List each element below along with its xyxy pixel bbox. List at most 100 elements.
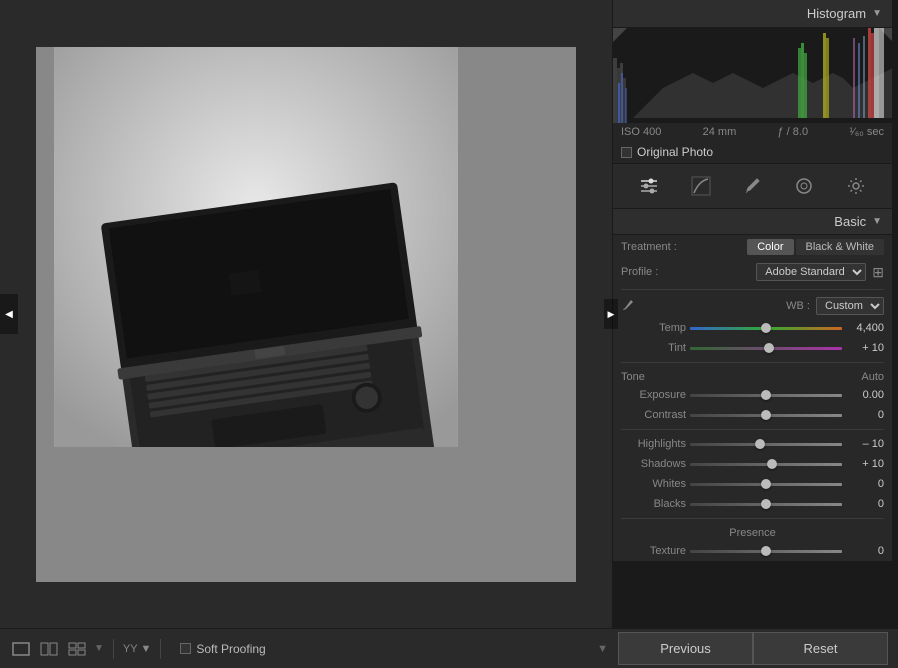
blacks-track[interactable] bbox=[690, 503, 842, 506]
shadows-thumb[interactable] bbox=[767, 459, 777, 469]
wb-row: WB : Custom bbox=[613, 294, 892, 318]
brush-tool-icon[interactable] bbox=[738, 172, 766, 200]
shadows-value: + 10 bbox=[846, 458, 884, 470]
previous-button[interactable]: Previous bbox=[618, 632, 753, 665]
exposure-thumb[interactable] bbox=[761, 390, 771, 400]
presence-label: Presence bbox=[729, 527, 775, 539]
texture-label: Texture bbox=[621, 545, 686, 557]
image-panel: ◀ bbox=[0, 0, 612, 628]
sliders-tool-icon[interactable] bbox=[635, 172, 663, 200]
reset-button[interactable]: Reset bbox=[753, 632, 888, 665]
radial-tool-icon[interactable] bbox=[790, 172, 818, 200]
tint-slider-track[interactable] bbox=[690, 347, 842, 350]
original-photo-checkbox[interactable] bbox=[621, 147, 632, 158]
contrast-track[interactable] bbox=[690, 414, 842, 417]
contrast-thumb[interactable] bbox=[761, 410, 771, 420]
highlights-label: Highlights bbox=[621, 438, 686, 450]
contrast-label: Contrast bbox=[621, 409, 686, 421]
toolbar-sep-1 bbox=[113, 639, 114, 659]
blacks-row: Blacks 0 bbox=[613, 495, 892, 513]
treatment-buttons: Color Black & White bbox=[747, 239, 884, 255]
focal-length-value: 24 mm bbox=[703, 126, 737, 138]
whites-thumb[interactable] bbox=[761, 479, 771, 489]
temp-slider-thumb[interactable] bbox=[761, 323, 771, 333]
highlights-value: – 10 bbox=[846, 438, 884, 450]
exposure-track[interactable] bbox=[690, 394, 842, 397]
histogram-collapse-arrow[interactable]: ▼ bbox=[872, 8, 882, 19]
temp-value: 4,400 bbox=[846, 322, 884, 334]
basic-collapse-arrow[interactable]: ▼ bbox=[872, 216, 882, 227]
profile-select[interactable]: Adobe Standard bbox=[756, 263, 866, 281]
yy-dropdown[interactable]: YY ▼ bbox=[123, 643, 151, 655]
contrast-row: Contrast 0 bbox=[613, 406, 892, 424]
tone-header: Tone Auto bbox=[613, 367, 892, 385]
split-view-icon[interactable] bbox=[38, 638, 60, 660]
divider-4 bbox=[621, 518, 884, 519]
histogram-canvas bbox=[613, 28, 892, 123]
divider-1 bbox=[621, 289, 884, 290]
treatment-bw-btn[interactable]: Black & White bbox=[796, 239, 884, 255]
original-photo-label: Original Photo bbox=[637, 145, 713, 159]
tool-icons-row bbox=[613, 164, 892, 209]
exposure-label: Exposure bbox=[621, 389, 686, 401]
profile-grid-icon[interactable]: ⊞ bbox=[872, 264, 884, 281]
temp-slider-track[interactable] bbox=[690, 327, 842, 330]
profile-row: Profile : Adobe Standard ⊞ bbox=[613, 260, 892, 284]
left-panel-toggle[interactable]: ◀ bbox=[0, 294, 18, 334]
temp-label: Temp bbox=[621, 322, 686, 334]
whites-label: Whites bbox=[621, 478, 686, 490]
tint-value: + 10 bbox=[846, 342, 884, 354]
exposure-row: Exposure 0.00 bbox=[613, 386, 892, 404]
auto-button[interactable]: Auto bbox=[861, 371, 884, 383]
highlights-thumb[interactable] bbox=[755, 439, 765, 449]
bottom-dropdown-icon[interactable]: ▼ bbox=[597, 643, 608, 655]
texture-value: 0 bbox=[846, 545, 884, 557]
eyedropper-icon[interactable] bbox=[621, 298, 635, 315]
soft-proofing-area: Soft Proofing bbox=[180, 642, 265, 656]
shadows-track[interactable] bbox=[690, 463, 842, 466]
presence-header: Presence bbox=[613, 523, 892, 541]
wb-select[interactable]: Custom bbox=[816, 297, 884, 315]
treatment-color-btn[interactable]: Color bbox=[747, 239, 793, 255]
texture-row: Texture 0 bbox=[613, 542, 892, 560]
bottom-toolbar: ▼ YY ▼ Soft Proofing ▼ Previous Reset bbox=[0, 628, 898, 668]
right-panel-toggle[interactable]: ▶ bbox=[604, 299, 618, 329]
texture-thumb[interactable] bbox=[761, 546, 771, 556]
histogram-header: Histogram ▼ bbox=[613, 0, 892, 28]
single-view-icon[interactable] bbox=[10, 638, 32, 660]
profile-label: Profile : bbox=[621, 266, 658, 278]
histogram-title: Histogram bbox=[807, 6, 866, 21]
toolbar-sep-2 bbox=[160, 639, 161, 659]
bottom-buttons: Previous Reset bbox=[618, 632, 888, 665]
whites-row: Whites 0 bbox=[613, 475, 892, 493]
tint-label: Tint bbox=[621, 342, 686, 354]
tint-slider-thumb[interactable] bbox=[764, 343, 774, 353]
contrast-value: 0 bbox=[846, 409, 884, 421]
highlights-track[interactable] bbox=[690, 443, 842, 446]
settings-tool-icon[interactable] bbox=[842, 172, 870, 200]
divider-3 bbox=[621, 429, 884, 430]
original-photo-row: Original Photo bbox=[613, 141, 892, 164]
blacks-label: Blacks bbox=[621, 498, 686, 510]
curves-tool-icon[interactable] bbox=[687, 172, 715, 200]
basic-title: Basic bbox=[834, 214, 866, 229]
wb-label: WB : bbox=[641, 300, 810, 312]
view-dropdown-icon[interactable]: ▼ bbox=[94, 643, 104, 654]
tint-slider-row: Tint + 10 bbox=[613, 339, 892, 357]
divider-2 bbox=[621, 362, 884, 363]
blacks-thumb[interactable] bbox=[761, 499, 771, 509]
shutter-value: ¹⁄₆₀ sec bbox=[849, 126, 884, 138]
whites-track[interactable] bbox=[690, 483, 842, 486]
grid-view-icon[interactable] bbox=[66, 638, 88, 660]
soft-proofing-checkbox[interactable] bbox=[180, 643, 191, 654]
tone-label: Tone bbox=[621, 371, 645, 383]
aperture-value: ƒ / 8.0 bbox=[777, 126, 808, 138]
soft-proofing-label: Soft Proofing bbox=[196, 642, 265, 656]
texture-track[interactable] bbox=[690, 550, 842, 553]
treatment-label: Treatment : bbox=[621, 241, 677, 253]
basic-section-header: Basic ▼ bbox=[613, 209, 892, 235]
blacks-value: 0 bbox=[846, 498, 884, 510]
laptop-photo bbox=[36, 47, 476, 447]
highlights-row: Highlights – 10 bbox=[613, 435, 892, 453]
right-panel: Histogram ▼ bbox=[612, 0, 892, 561]
